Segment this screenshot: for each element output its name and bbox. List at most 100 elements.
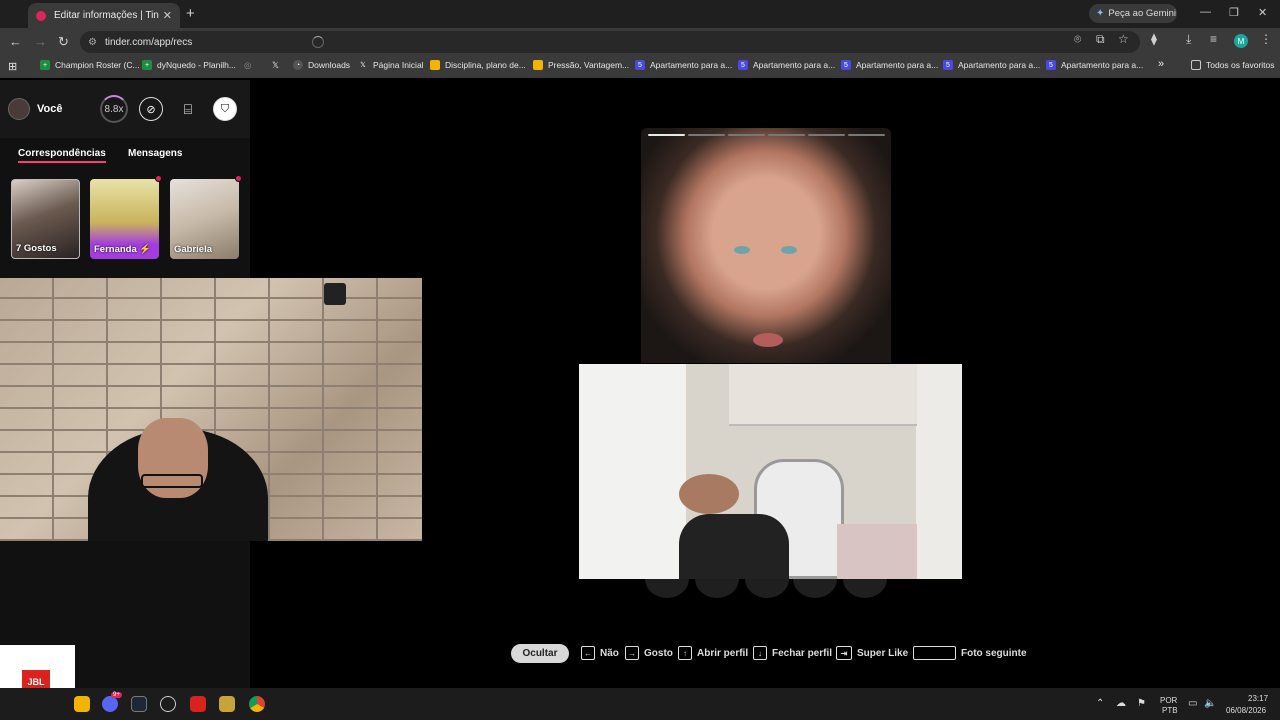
minimize-icon[interactable]: — [1200,6,1211,18]
bookmark-item[interactable]: 𝕏 Página Inicial [358,60,423,70]
file-explorer-icon[interactable] [74,696,90,712]
webcam-overlay-right [579,364,962,579]
x-logo-icon[interactable]: 𝕏 [272,60,279,71]
reload-icon[interactable]: ↻ [58,34,69,50]
lips [753,333,783,347]
forward-icon[interactable]: → [34,34,47,49]
bookmarks-bar: ⊞ + Champion Roster (C... + dyNquedo - Pla… [0,56,1280,78]
shortcut-open-profile: ↑ Abrir perfil [678,646,748,660]
bookmark-item[interactable]: 5 Apartamento para a... [1046,60,1143,70]
shortcut-next-photo: Foto seguinte [913,646,1027,660]
location-icon[interactable]: ⌾ [1074,32,1081,47]
downloads-icon[interactable]: ⤓ [1186,32,1191,47]
install-app-icon[interactable]: ⧉ [1096,32,1105,47]
match-card[interactable]: Gabriela [170,179,239,259]
reading-list-icon[interactable]: ≡ [1210,32,1217,46]
bed [837,524,917,579]
app-red-icon[interactable] [190,696,206,712]
briefcase-icon[interactable]: ⌸ [176,97,200,121]
obs-icon[interactable] [160,696,176,712]
gemini-button[interactable]: ✦ Peça ao Gemini [1089,4,1177,23]
restore-icon[interactable]: ❐ [1229,6,1239,19]
profile-photo[interactable] [641,128,891,363]
clock-time[interactable]: 23:17 [1248,694,1268,703]
bookmark-item[interactable]: 5 Apartamento para a... [635,60,732,70]
photo-progress-segment [688,134,725,136]
shortcut-like: → Gosto [625,646,673,660]
more-bookmarks-icon[interactable]: » [1158,58,1164,70]
bookmark-item[interactable]: + Champion Roster (C... [40,60,140,70]
loading-spinner-icon [312,36,325,48]
bookmark-item[interactable]: 5 Apartamento para a... [738,60,835,70]
likes-count: 7 Gostos [16,243,57,254]
clock-date[interactable]: 06/08/2026 [1226,706,1266,715]
shortcut-close-profile: ↓ Fechar perfil [753,646,832,660]
volume-icon[interactable]: 🔈 [1204,698,1216,709]
language-indicator[interactable]: POR [1160,696,1177,705]
url-text: tinder.com/app/recs [104,36,193,48]
bookmark-globe-icon[interactable]: ◎ [244,60,251,71]
discord-badge: 9+ [111,692,122,698]
league-icon[interactable] [219,696,235,712]
profile-avatar[interactable]: M [1234,34,1248,48]
extensions-icon[interactable]: ⧫ [1151,32,1157,46]
new-tab-button[interactable]: + [186,5,195,22]
boost-meter[interactable]: 8.8x [100,95,128,123]
photo-progress-segment [768,134,805,136]
photo-progress-segment [648,134,685,136]
bookmark-item[interactable]: ◔ Downloads [293,60,350,70]
photo-progress-segment [848,134,885,136]
bookmark-star-icon[interactable]: ☆ [1118,32,1129,46]
windows-taskbar: 9+ ⌃ ☁ ⚑ POR PTB ▭ 🔈 23:17 06/08/2026 [0,688,1280,720]
webcam-overlay-left [0,278,422,541]
close-tab-icon[interactable]: ✕ [163,9,172,22]
wall-speaker [324,283,346,305]
photo-progress-segment [728,134,765,136]
gemini-label: Peça ao Gemini [1108,8,1176,19]
glasses [141,474,203,488]
tray-cloud-icon[interactable]: ☁ [1116,698,1126,709]
bookmark-item[interactable]: Pressão, Vantagem... [533,60,629,70]
shortcut-super-like: ⇥ Super Like [836,646,908,660]
user-avatar[interactable] [8,98,30,120]
steam-icon[interactable] [131,696,147,712]
bookmark-item[interactable]: + dyNquedo - Planilh... [142,60,236,70]
tinder-favicon-icon [36,10,46,21]
sidebar-tabs: Correspondências Mensagens [0,138,250,168]
match-name: Fernanda ⚡ [94,244,152,255]
tab-matches[interactable]: Correspondências [18,148,106,163]
bookmark-item[interactable]: 5 Apartamento para a... [841,60,938,70]
user-label[interactable]: Você [37,103,62,115]
discord-icon[interactable] [102,696,118,712]
gemini-spark-icon: ✦ [1096,8,1105,19]
likes-card[interactable]: 7 Gostos [11,179,80,259]
bookmark-item[interactable]: Disciplina, plano de... [430,60,526,70]
bookmark-item[interactable]: 5 Apartamento para a... [943,60,1040,70]
menu-icon[interactable]: ⋮ [1260,32,1272,46]
all-favorites[interactable]: Todos os favoritos [1191,60,1275,70]
tray-expand-icon[interactable]: ⌃ [1096,698,1104,709]
browser-tab[interactable]: Editar informações | Tinder ✕ [28,3,180,28]
apps-grid-icon[interactable]: ⊞ [8,60,17,73]
close-window-icon[interactable]: ✕ [1258,6,1267,19]
photo-progress-segment [808,134,845,136]
omnibox[interactable]: ⚙ tinder.com/app/recs [80,31,1140,53]
tray-app-icon[interactable]: ⚑ [1137,698,1146,709]
site-info-icon[interactable]: ⚙ [88,37,97,48]
chrome-icon[interactable] [249,696,265,712]
keyboard-layout[interactable]: PTB [1162,706,1178,715]
explore-compass-icon[interactable]: ⊘ [139,97,163,121]
match-card[interactable]: Fernanda ⚡ [90,179,159,259]
person-head [679,474,739,514]
address-toolbar: ← → ↻ ⚙ tinder.com/app/recs ⌾ ⧉ ☆ ⧫ ⤓ ≡ … [0,28,1280,56]
person-body [679,514,789,579]
network-icon[interactable]: ▭ [1188,698,1197,709]
unread-dot [235,175,242,182]
hide-shortcuts-button[interactable]: Ocultar [511,644,569,663]
wall-cabinet [729,364,917,426]
eye [734,246,750,254]
back-icon[interactable]: ← [9,34,22,49]
tab-messages[interactable]: Mensagens [128,148,182,159]
browser-tab-strip: Editar informações | Tinder ✕ + ✦ Peça a… [0,0,1280,28]
shield-icon[interactable]: ⛉ [213,97,237,121]
